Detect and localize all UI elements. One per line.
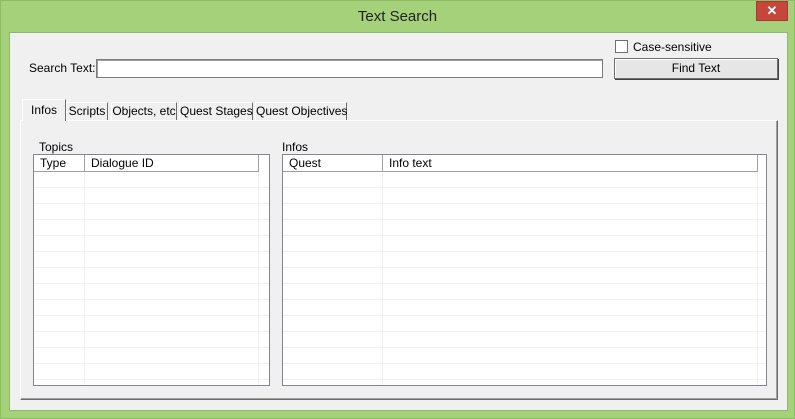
tab-objects-etc[interactable]: Objects, etc [111,102,177,120]
infos-group-label: Infos [282,140,309,154]
tab-scripts[interactable]: Scripts [66,102,108,120]
search-text-input[interactable] [96,59,603,78]
case-sensitive-checkbox[interactable] [615,40,628,53]
infos-list-body[interactable] [283,172,766,385]
title-bar[interactable]: Text Search ✕ [1,1,794,32]
find-text-button[interactable]: Find Text [614,58,778,79]
close-button[interactable]: ✕ [756,1,788,21]
dialog-client-area: Case-sensitive Search Text: Find Text In… [9,32,788,411]
topics-list-body[interactable] [34,172,269,385]
column-header-quest[interactable]: Quest [283,155,383,171]
infos-list[interactable]: Quest Info text [282,154,767,386]
topics-list[interactable]: Type Dialogue ID [33,154,270,386]
column-divider [258,172,259,385]
window-title: Text Search [357,8,438,25]
topics-group-label: Topics [39,140,74,154]
search-text-label: Search Text: [29,61,96,75]
text-search-window: Text Search ✕ Case-sensitive Search Text… [0,0,795,419]
tab-infos[interactable]: Infos [22,99,66,121]
column-header-type[interactable]: Type [34,155,85,171]
column-divider [84,172,85,385]
column-divider [757,172,758,385]
topics-list-header: Type Dialogue ID [34,155,259,172]
column-header-dialogue-id[interactable]: Dialogue ID [85,155,259,171]
column-divider [382,172,383,385]
tab-quest-stages[interactable]: Quest Stages [179,102,253,120]
close-icon: ✕ [766,3,778,18]
case-sensitive-label[interactable]: Case-sensitive [633,40,712,54]
column-header-info-text[interactable]: Info text [383,155,758,171]
tab-quest-objectives[interactable]: Quest Objectives [255,102,347,120]
infos-list-header: Quest Info text [283,155,758,172]
